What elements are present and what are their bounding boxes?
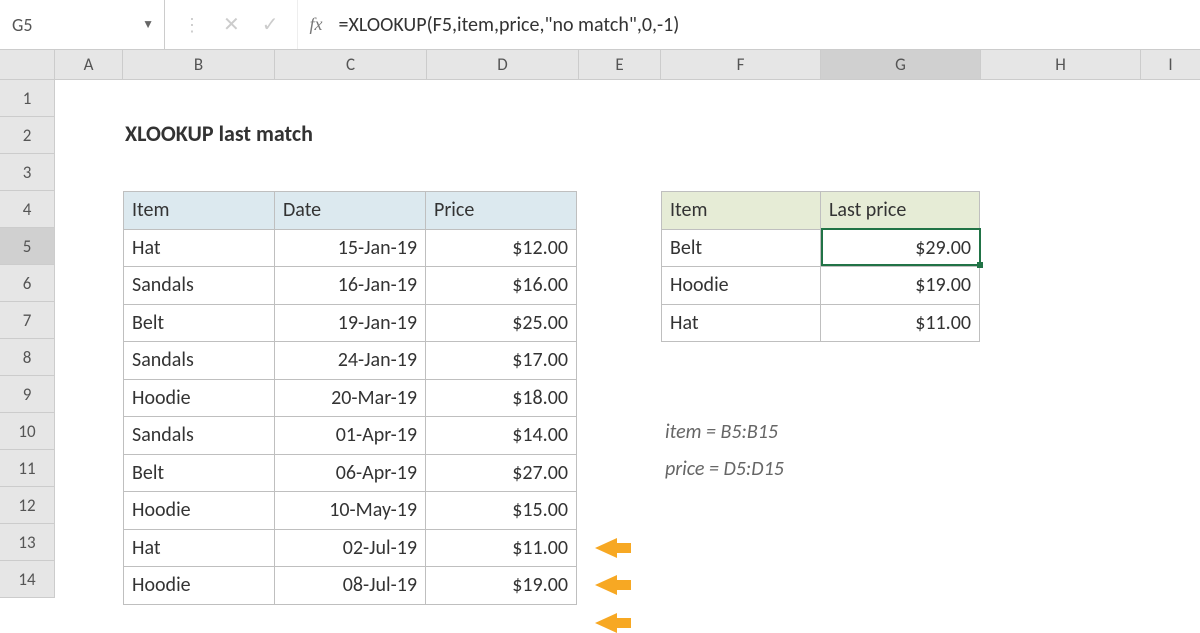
table-row[interactable]: Belt06-Apr-19$27.00 (124, 454, 577, 492)
col-header-G[interactable]: G (821, 50, 981, 80)
cell-item[interactable]: Hoodie (124, 492, 275, 530)
cell-date[interactable]: 10-May-19 (275, 492, 426, 530)
cell-item[interactable]: Hat (124, 229, 275, 267)
cell-price[interactable]: $19.00 (821, 267, 980, 305)
cell-date[interactable]: 15-Jan-19 (275, 229, 426, 267)
col-header-A[interactable]: A (55, 50, 123, 80)
col-header-I[interactable]: I (1141, 50, 1200, 80)
formula-bar: G5 ▼ ⋮ ✕ ✓ fx =XLOOKUP(F5,item,price,"no… (0, 0, 1200, 50)
row-header-3[interactable]: 3 (0, 154, 55, 191)
table-row[interactable]: Hat02-Jul-19$11.00 (124, 529, 577, 567)
formula-bar-buttons: ⋮ ✕ ✓ (165, 0, 298, 49)
row-header-6[interactable]: 6 (0, 265, 55, 302)
table-row[interactable]: Sandals01-Apr-19$14.00 (124, 417, 577, 455)
cell-item[interactable]: Hoodie (662, 267, 821, 305)
arrow-icon (595, 538, 617, 558)
cell-date[interactable]: 06-Apr-19 (275, 454, 426, 492)
lookup-header-item: Item (662, 192, 821, 230)
arrow-icon (595, 575, 617, 595)
cell-item[interactable]: Hat (124, 529, 275, 567)
col-header-price: Price (426, 192, 577, 230)
lookup-table: Item Last price Belt$29.00Hoodie$19.00Ha… (661, 191, 980, 342)
row-header-7[interactable]: 7 (0, 302, 55, 339)
main-data-table: Item Date Price Hat15-Jan-19$12.00Sandal… (123, 191, 577, 605)
cell-price[interactable]: $14.00 (426, 417, 577, 455)
cell-price[interactable]: $15.00 (426, 492, 577, 530)
col-header-H[interactable]: H (981, 50, 1141, 80)
table-row[interactable]: Sandals24-Jan-19$17.00 (124, 342, 577, 380)
cell-item[interactable]: Hoodie (124, 567, 275, 605)
table-row[interactable]: Sandals16-Jan-19$16.00 (124, 267, 577, 305)
table-row[interactable]: Belt19-Jan-19$25.00 (124, 304, 577, 342)
cell-price[interactable]: $25.00 (426, 304, 577, 342)
row-header-12[interactable]: 12 (0, 487, 55, 524)
cell-date[interactable]: 08-Jul-19 (275, 567, 426, 605)
cell-price[interactable]: $11.00 (821, 304, 980, 342)
cell-price[interactable]: $11.00 (426, 529, 577, 567)
cell-price[interactable]: $19.00 (426, 567, 577, 605)
row-header-1[interactable]: 1 (0, 80, 55, 117)
cell-date[interactable]: 20-Mar-19 (275, 379, 426, 417)
name-box-value: G5 (12, 14, 32, 36)
fx-icon[interactable]: fx (298, 14, 335, 35)
cell-price[interactable]: $12.00 (426, 229, 577, 267)
row-header-10[interactable]: 10 (0, 413, 55, 450)
col-header-E[interactable]: E (579, 50, 661, 80)
cell-price[interactable]: $16.00 (426, 267, 577, 305)
cell-item[interactable]: Belt (124, 304, 275, 342)
col-header-B[interactable]: B (123, 50, 275, 80)
col-header-D[interactable]: D (427, 50, 579, 80)
row-header-5[interactable]: 5 (0, 228, 55, 265)
cell-item[interactable]: Belt (124, 454, 275, 492)
col-header-date: Date (275, 192, 426, 230)
row-header-13[interactable]: 13 (0, 524, 55, 561)
cancel-icon[interactable]: ✕ (223, 12, 240, 37)
cell-price[interactable]: $27.00 (426, 454, 577, 492)
cell-price[interactable]: $29.00 (821, 229, 980, 267)
cell-item[interactable]: Sandals (124, 342, 275, 380)
row-header-14[interactable]: 14 (0, 561, 55, 598)
cell-item[interactable]: Belt (662, 229, 821, 267)
row-header-9[interactable]: 9 (0, 376, 55, 413)
cell-date[interactable]: 19-Jan-19 (275, 304, 426, 342)
col-header-F[interactable]: F (661, 50, 821, 80)
cell-price[interactable]: $17.00 (426, 342, 577, 380)
table-row[interactable]: Belt$29.00 (662, 229, 980, 267)
cell-price[interactable]: $18.00 (426, 379, 577, 417)
name-box[interactable]: G5 ▼ (0, 0, 165, 49)
table-row[interactable]: Hat15-Jan-19$12.00 (124, 229, 577, 267)
row-header-11[interactable]: 11 (0, 450, 55, 487)
col-header-item: Item (124, 192, 275, 230)
page-title: XLOOKUP last match (125, 120, 313, 147)
cell-item[interactable]: Sandals (124, 267, 275, 305)
note-price-range: price = D5:D15 (665, 457, 784, 481)
cell-date[interactable]: 24-Jan-19 (275, 342, 426, 380)
table-row[interactable]: Hoodie20-Mar-19$18.00 (124, 379, 577, 417)
note-item-range: item = B5:B15 (665, 420, 778, 444)
select-all-corner[interactable] (0, 50, 55, 80)
table-row[interactable]: Hat$11.00 (662, 304, 980, 342)
cell-date[interactable]: 16-Jan-19 (275, 267, 426, 305)
row-header-8[interactable]: 8 (0, 339, 55, 376)
cell-item[interactable]: Hoodie (124, 379, 275, 417)
cell-item[interactable]: Sandals (124, 417, 275, 455)
table-row[interactable]: Hoodie10-May-19$15.00 (124, 492, 577, 530)
spreadsheet-grid: 1234567891011121314 ABCDEFGHI XLOOKUP la… (0, 50, 1200, 630)
cell-date[interactable]: 02-Jul-19 (275, 529, 426, 567)
enter-icon[interactable]: ✓ (262, 12, 279, 37)
row-header-2[interactable]: 2 (0, 117, 55, 154)
table-row[interactable]: Hoodie$19.00 (662, 267, 980, 305)
expand-handle-icon[interactable]: ⋮ (183, 14, 201, 36)
cell-date[interactable]: 01-Apr-19 (275, 417, 426, 455)
formula-input[interactable]: =XLOOKUP(F5,item,price,"no match",0,-1) (335, 13, 1200, 37)
name-box-dropdown-icon[interactable]: ▼ (142, 17, 154, 32)
table-row[interactable]: Hoodie08-Jul-19$19.00 (124, 567, 577, 605)
cell-item[interactable]: Hat (662, 304, 821, 342)
col-header-C[interactable]: C (275, 50, 427, 80)
lookup-header-price: Last price (821, 192, 980, 230)
row-header-4[interactable]: 4 (0, 191, 55, 228)
